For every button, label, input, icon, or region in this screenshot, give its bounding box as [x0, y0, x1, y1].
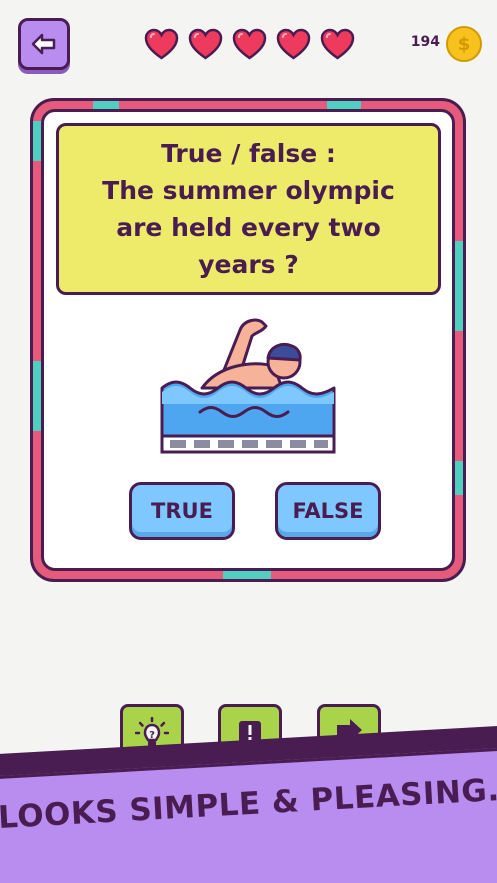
swimmer-illustration [160, 318, 336, 454]
coin-count: 194 [410, 34, 440, 50]
heart-icon [276, 28, 311, 60]
question-text-box: True / false : The summer olympic are he… [56, 123, 441, 295]
arrow-left-icon [31, 33, 56, 55]
true-button[interactable]: TRUE [129, 482, 235, 540]
question-line: The summer olympic [102, 176, 395, 205]
question-line: True / false : [161, 139, 336, 168]
heart-icon [320, 28, 355, 60]
svg-text:?: ? [149, 730, 155, 741]
question-line: years ? [198, 250, 299, 279]
false-button[interactable]: FALSE [275, 482, 381, 540]
heart-icon [232, 28, 267, 60]
lives-indicator [144, 28, 355, 60]
heart-icon [188, 28, 223, 60]
promo-banner: LOOKS SIMPLE & PLEASING. [0, 724, 497, 883]
coin-symbol: $ [457, 33, 471, 55]
back-button[interactable] [18, 18, 70, 70]
coin-icon: $ [446, 26, 482, 62]
heart-icon [144, 28, 179, 60]
question-line: are held every two [116, 213, 381, 242]
